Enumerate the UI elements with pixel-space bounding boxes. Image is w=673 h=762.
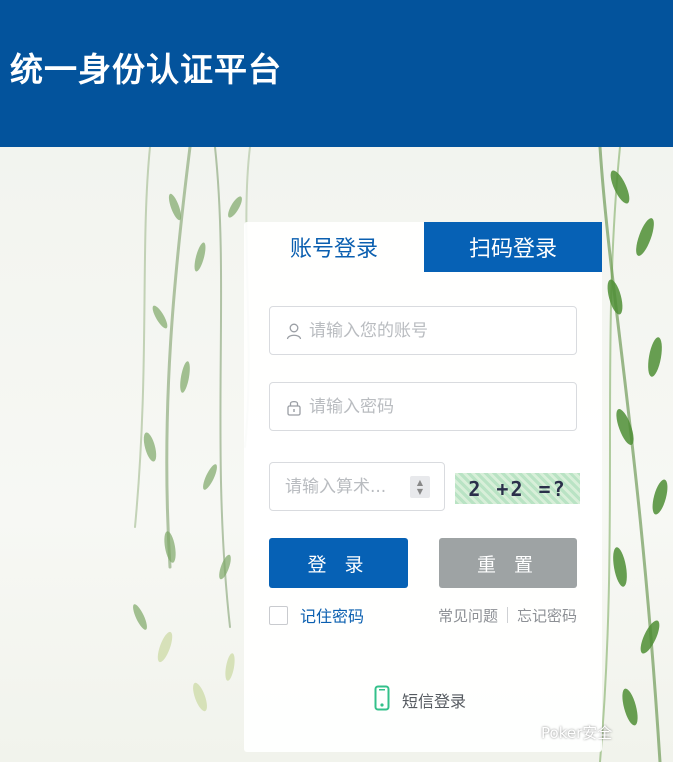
username-input[interactable] xyxy=(309,320,576,341)
lock-icon xyxy=(285,398,303,416)
watermark-text: Poker安全 xyxy=(541,723,613,742)
forgot-password-link[interactable]: 忘记密码 xyxy=(517,605,577,626)
captcha-field[interactable]: ▲ ▼ xyxy=(269,462,445,511)
password-field[interactable] xyxy=(269,382,577,431)
remember-password[interactable]: 记住密码 xyxy=(269,604,364,626)
captcha-stepper[interactable]: ▲ ▼ xyxy=(410,476,430,498)
captcha-image[interactable]: 2 +2 =? xyxy=(455,473,580,504)
password-input[interactable] xyxy=(309,396,576,417)
sms-login-label[interactable]: 短信登录 xyxy=(402,688,466,712)
header: 统一身份认证平台 xyxy=(0,0,673,147)
tab-qr-login[interactable]: 扫码登录 xyxy=(424,222,602,272)
remember-label[interactable]: 记住密码 xyxy=(300,603,364,627)
chevron-down-icon[interactable]: ▼ xyxy=(417,487,423,496)
reset-button[interactable]: 重 置 xyxy=(439,538,577,588)
watermark: Poker安全 xyxy=(541,721,612,743)
help-links: 常见问题 忘记密码 xyxy=(438,604,577,626)
sms-login-link[interactable]: 短信登录 xyxy=(374,685,466,715)
captcha-input[interactable] xyxy=(285,476,405,497)
remember-checkbox[interactable] xyxy=(269,605,288,625)
login-button[interactable]: 登 录 xyxy=(269,538,408,588)
faq-link[interactable]: 常见问题 xyxy=(438,605,498,626)
tab-account-login[interactable]: 账号登录 xyxy=(244,222,424,272)
divider xyxy=(506,607,508,623)
username-field[interactable] xyxy=(269,306,577,355)
login-card: 账号登录 扫码登录 ▲ ▼ 2 +2 =? 登 录 重 置 xyxy=(244,222,602,752)
user-icon xyxy=(285,322,303,340)
login-tabs: 账号登录 扫码登录 xyxy=(244,222,602,272)
chevron-up-icon[interactable]: ▲ xyxy=(417,478,423,487)
page-title: 统一身份认证平台 xyxy=(10,50,282,89)
phone-icon xyxy=(374,685,390,715)
